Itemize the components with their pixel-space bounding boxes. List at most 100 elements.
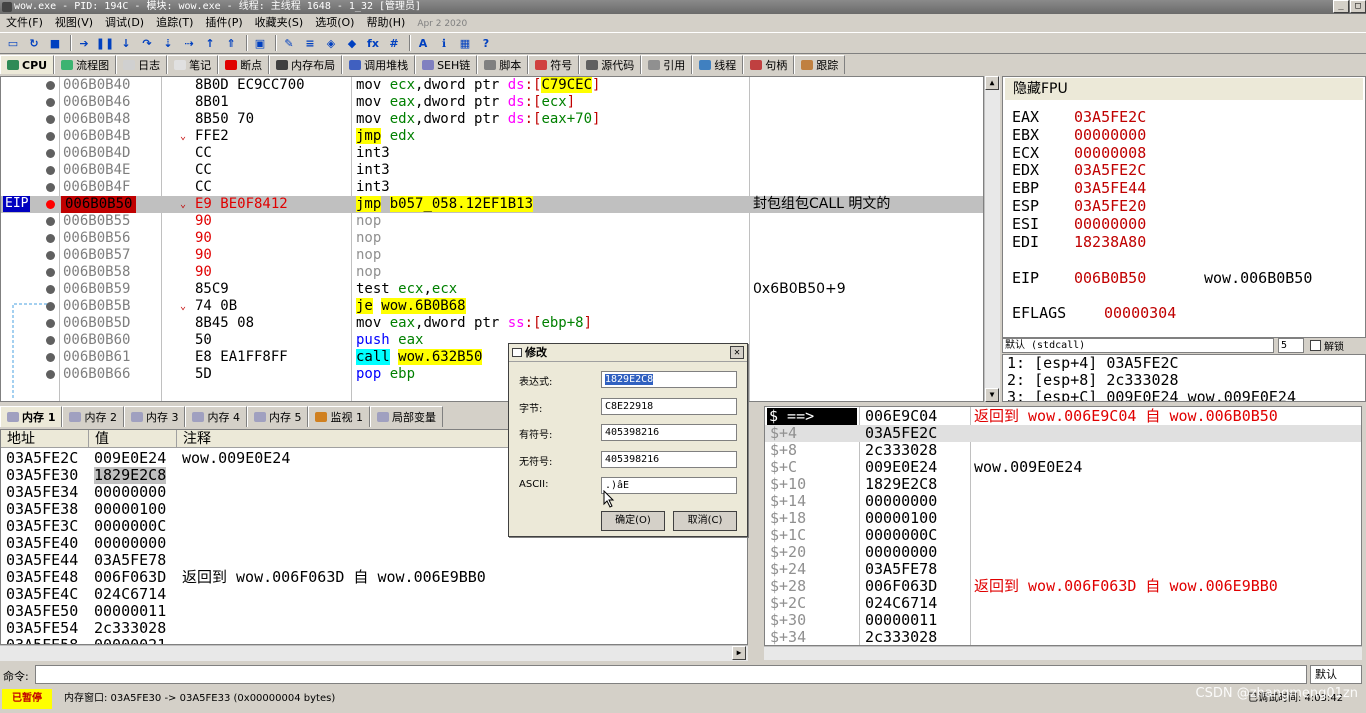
step-over-icon[interactable]: ↷ bbox=[138, 35, 156, 51]
scroll-right-icon[interactable]: ▶ bbox=[732, 646, 746, 660]
help-icon[interactable]: ? bbox=[477, 35, 495, 51]
disasm-row[interactable]: 006B0B50 ⌄ E9 BE0F8412 jmp b057_058.12EF1B1… bbox=[1, 196, 983, 213]
dialog-field-input[interactable]: 1829E2C8 bbox=[601, 371, 737, 388]
stack-row[interactable]: $+28 006F063D 返回到 wow.006F063D 自 wow.006E9… bbox=[765, 578, 1361, 595]
disasm-row[interactable]: 006B0B61 E8 EA1FF8FF call wow.632B50 bbox=[1, 349, 983, 366]
disasm-row[interactable]: 006B0B46 8B01 mov eax,dword ptr ds:[ecx] bbox=[1, 94, 983, 111]
disasm-row[interactable]: 006B0B55 90 nop bbox=[1, 213, 983, 230]
command-input[interactable] bbox=[35, 665, 1307, 684]
breakpoint-dot-icon[interactable] bbox=[46, 217, 55, 226]
tab-callstack[interactable]: 调用堆栈 bbox=[342, 55, 416, 74]
hide-fpu-toggle[interactable]: 隐藏FPU bbox=[1005, 78, 1363, 100]
dump-horizontal-scrollbar[interactable]: ▶ bbox=[0, 645, 748, 661]
register-row-eflags[interactable]: EFLAGS 00000304 bbox=[1012, 304, 1362, 322]
disassembly-view[interactable]: 006B0B40 8B0D EC9CC700 mov ecx,dword ptr d… bbox=[0, 76, 984, 402]
disasm-row[interactable]: 006B0B4B ⌄ FFE2 jmp edx bbox=[1, 128, 983, 145]
register-row[interactable]: EBX 00000000 bbox=[1012, 126, 1352, 144]
restart-icon[interactable]: ↻ bbox=[25, 35, 43, 51]
stack-row[interactable]: $+34 2c333028 bbox=[765, 629, 1361, 646]
ok-button[interactable]: 确定(O) bbox=[601, 511, 665, 531]
breakpoint-dot-icon[interactable] bbox=[46, 183, 55, 192]
font-icon[interactable]: A bbox=[414, 35, 432, 51]
pause-icon[interactable]: ❚❚ bbox=[96, 35, 114, 51]
tab-cpu[interactable]: CPU bbox=[0, 55, 55, 74]
stack-row[interactable]: $+30 00000011 bbox=[765, 612, 1361, 629]
disasm-row[interactable]: 006B0B4D CC int3 bbox=[1, 145, 983, 162]
tab-handles[interactable]: 句柄 bbox=[743, 55, 795, 74]
scroll-up-icon[interactable]: ▲ bbox=[985, 76, 999, 90]
calculator-icon[interactable]: ▦ bbox=[456, 35, 474, 51]
stack-row[interactable]: $ ==> 006E9C04 返回到 wow.006E9C04 自 wow.006B… bbox=[765, 408, 1361, 425]
register-row[interactable]: EDX 03A5FE2C bbox=[1012, 161, 1352, 179]
breakpoint-dot-icon[interactable] bbox=[46, 81, 55, 90]
stack-argument[interactable]: 1: [esp+4] 03A5FE2C bbox=[1003, 355, 1365, 372]
dump-header-address[interactable]: 地址 bbox=[1, 430, 89, 448]
stack-row[interactable]: $+8 2c333028 bbox=[765, 442, 1361, 459]
run-to-user-code-icon[interactable]: ⇑ bbox=[222, 35, 240, 51]
dump-row[interactable]: 03A5FE48 006F063D 返回到 wow.006F063D 自 wow.0… bbox=[1, 569, 747, 586]
dump-row[interactable]: 03A5FE40 00000000 bbox=[1, 535, 747, 552]
label-icon[interactable]: ◈ bbox=[322, 35, 340, 51]
execute-till-return-icon[interactable]: ↑ bbox=[201, 35, 219, 51]
disasm-row[interactable]: 006B0B58 90 nop bbox=[1, 264, 983, 281]
tab-symbols[interactable]: 符号 bbox=[528, 55, 580, 74]
tab-graph[interactable]: 流程图 bbox=[54, 55, 117, 74]
tab-内存-5[interactable]: 内存 5 bbox=[246, 406, 309, 427]
close-icon[interactable]: ✕ bbox=[730, 346, 744, 359]
stack-argument[interactable]: 3: [esp+C] 009E0E24 wow.009E0E24 bbox=[1003, 389, 1365, 402]
command-mode-select[interactable]: 默认 bbox=[1310, 665, 1362, 684]
bookmark-icon[interactable]: ◆ bbox=[343, 35, 361, 51]
run-icon[interactable]: ➔ bbox=[75, 35, 93, 51]
menu-item[interactable]: 调试(D) bbox=[99, 14, 150, 32]
arg-count-spinner[interactable]: 5 bbox=[1278, 337, 1304, 353]
register-row[interactable]: ESI 00000000 bbox=[1012, 215, 1352, 233]
breakpoint-dot-icon[interactable] bbox=[46, 234, 55, 243]
trace-over-icon[interactable]: ⇢ bbox=[180, 35, 198, 51]
tab-memory-map[interactable]: 内存布局 bbox=[269, 55, 343, 74]
trace-into-icon[interactable]: ⇣ bbox=[159, 35, 177, 51]
hash-icon[interactable]: # bbox=[385, 35, 403, 51]
tab-threads[interactable]: 线程 bbox=[692, 55, 744, 74]
disasm-row[interactable]: 006B0B60 50 push eax bbox=[1, 332, 983, 349]
menu-item[interactable]: 插件(P) bbox=[199, 14, 248, 32]
disasm-row[interactable]: 006B0B4F CC int3 bbox=[1, 179, 983, 196]
stack-row[interactable]: $+14 00000000 bbox=[765, 493, 1361, 510]
cancel-button[interactable]: 取消(C) bbox=[673, 511, 737, 531]
disasm-row[interactable]: 006B0B56 90 nop bbox=[1, 230, 983, 247]
register-row[interactable]: ESP 03A5FE20 bbox=[1012, 197, 1352, 215]
restore-button[interactable]: □ bbox=[1350, 0, 1366, 13]
tab-seh[interactable]: SEH链 bbox=[415, 55, 478, 74]
breakpoint-dot-icon[interactable] bbox=[46, 115, 55, 124]
breakpoint-dot-icon[interactable] bbox=[46, 132, 55, 141]
register-row[interactable]: EDI 18238A80 bbox=[1012, 233, 1352, 251]
dump-row[interactable]: 03A5FE54 2c333028 bbox=[1, 620, 747, 637]
tab-trace[interactable]: 跟踪 bbox=[794, 55, 846, 74]
dialog-field-input[interactable]: C8E22918 bbox=[601, 397, 737, 415]
register-row[interactable]: EBP 03A5FE44 bbox=[1012, 179, 1352, 197]
open-icon[interactable]: ▭ bbox=[4, 35, 22, 51]
stack-row[interactable]: $+2C 024C6714 bbox=[765, 595, 1361, 612]
stack-argument[interactable]: 2: [esp+8] 2c333028 bbox=[1003, 372, 1365, 389]
tab-script[interactable]: 脚本 bbox=[477, 55, 529, 74]
tab-局部变量[interactable]: 局部变量 bbox=[369, 406, 443, 427]
dialog-field-input[interactable]: .)âE bbox=[601, 477, 737, 494]
calling-convention-select[interactable]: 默认 (stdcall) bbox=[1002, 337, 1274, 353]
tab-references[interactable]: 引用 bbox=[641, 55, 693, 74]
disasm-row[interactable]: 006B0B66 5D pop ebp bbox=[1, 366, 983, 383]
tab-内存-2[interactable]: 内存 2 bbox=[62, 406, 124, 427]
disasm-row[interactable]: 006B0B59 85C9 test ecx,ecx 0x6B0B50+9 bbox=[1, 281, 983, 298]
stack-view[interactable]: $ ==> 006E9C04 返回到 wow.006E9C04 自 wow.006B… bbox=[764, 406, 1362, 646]
tab-source[interactable]: 源代码 bbox=[579, 55, 642, 74]
stack-row[interactable]: $+1C 0000000C bbox=[765, 527, 1361, 544]
disassembly-scrollbar[interactable]: ▲ ▼ bbox=[984, 76, 1000, 402]
dump-row[interactable]: 03A5FE4C 024C6714 bbox=[1, 586, 747, 603]
breakpoint-dot-icon[interactable] bbox=[46, 98, 55, 107]
menu-item[interactable]: 视图(V) bbox=[49, 14, 99, 32]
scroll-down-icon[interactable]: ▼ bbox=[985, 388, 999, 402]
register-row-eip[interactable]: EIP 006B0B50 wow.006B0B50 bbox=[1012, 269, 1362, 287]
dialog-field-input[interactable]: 405398216 bbox=[601, 450, 737, 468]
disasm-row[interactable]: 006B0B48 8B50 70 mov edx,dword ptr ds:[eax… bbox=[1, 111, 983, 128]
stack-row[interactable]: $+24 03A5FE78 bbox=[765, 561, 1361, 578]
breakpoint-dot-icon[interactable] bbox=[46, 268, 55, 277]
stack-horizontal-scrollbar[interactable] bbox=[764, 646, 1362, 660]
